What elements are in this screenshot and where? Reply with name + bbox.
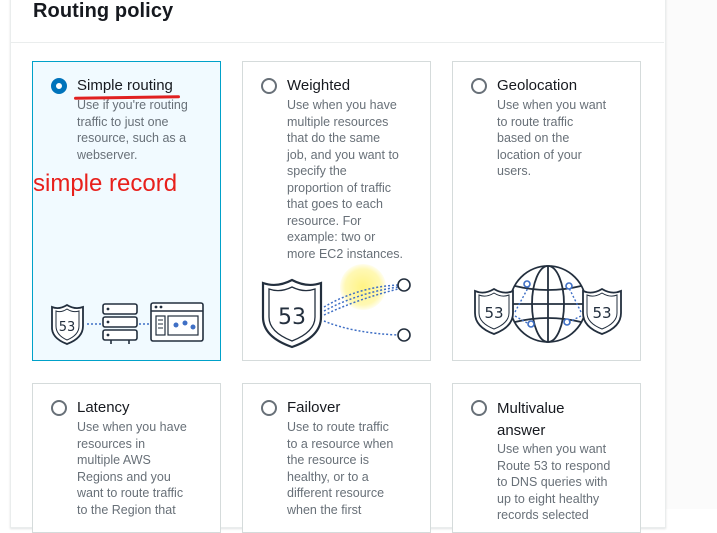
svg-text:53: 53 [59,320,76,335]
handwritten-annotation: simple record [33,170,178,197]
option-description: Use when you want Route 53 to respond to… [497,442,611,522]
option-description: Use if you're routing traffic to just on… [77,98,188,162]
route53-badge-icon: 53 [51,303,84,345]
option-failover[interactable]: Failover Use to route traffic to a resou… [242,383,431,533]
route53-badge-icon: 53 [261,278,323,349]
svg-text:53: 53 [484,304,503,322]
option-title: Multivalue answer [497,400,565,439]
simple-routing-illustration: 53 [51,302,204,345]
route53-badge-icon-left: 53 [474,287,514,335]
radio-latency[interactable] [51,400,67,416]
option-description: Use when you have multiple resources tha… [287,98,404,261]
globe-icon [509,265,587,343]
option-geolocation[interactable]: Geolocation Use when you want to route t… [452,61,641,361]
radio-multivalue-answer[interactable] [471,400,487,416]
radio-weighted[interactable] [261,78,277,94]
svg-text:53: 53 [278,305,306,330]
geolocation-illustration: 53 53 [474,265,622,343]
option-description: Use to route traffic to a resource when … [287,420,394,517]
section-title: Routing policy [33,0,174,22]
option-description: Use when you want to route traffic based… [497,98,607,178]
option-description: Use when you have resources in multiple … [77,420,187,517]
web-browser-icon [150,302,204,342]
radio-failover[interactable] [261,400,277,416]
option-latency[interactable]: Latency Use when you have resources in m… [32,383,221,533]
radio-simple-routing[interactable] [51,78,67,94]
option-title: Simple routing [77,77,173,94]
route53-badge-icon-right: 53 [582,287,622,335]
option-title: Geolocation [497,77,578,94]
page-gutter [666,0,717,509]
weighted-routing-illustration: 53 [261,278,411,349]
option-title: Failover [287,399,341,416]
option-simple-routing[interactable]: Simple routing Use if you're routing tra… [32,61,221,361]
svg-text:53: 53 [592,304,611,322]
radio-geolocation[interactable] [471,78,487,94]
option-multivalue-answer[interactable]: Multivalue answer Use when you want Rout… [452,383,641,533]
option-title: Weighted [287,77,351,94]
option-title: Latency [77,399,130,416]
header-divider [10,42,664,43]
